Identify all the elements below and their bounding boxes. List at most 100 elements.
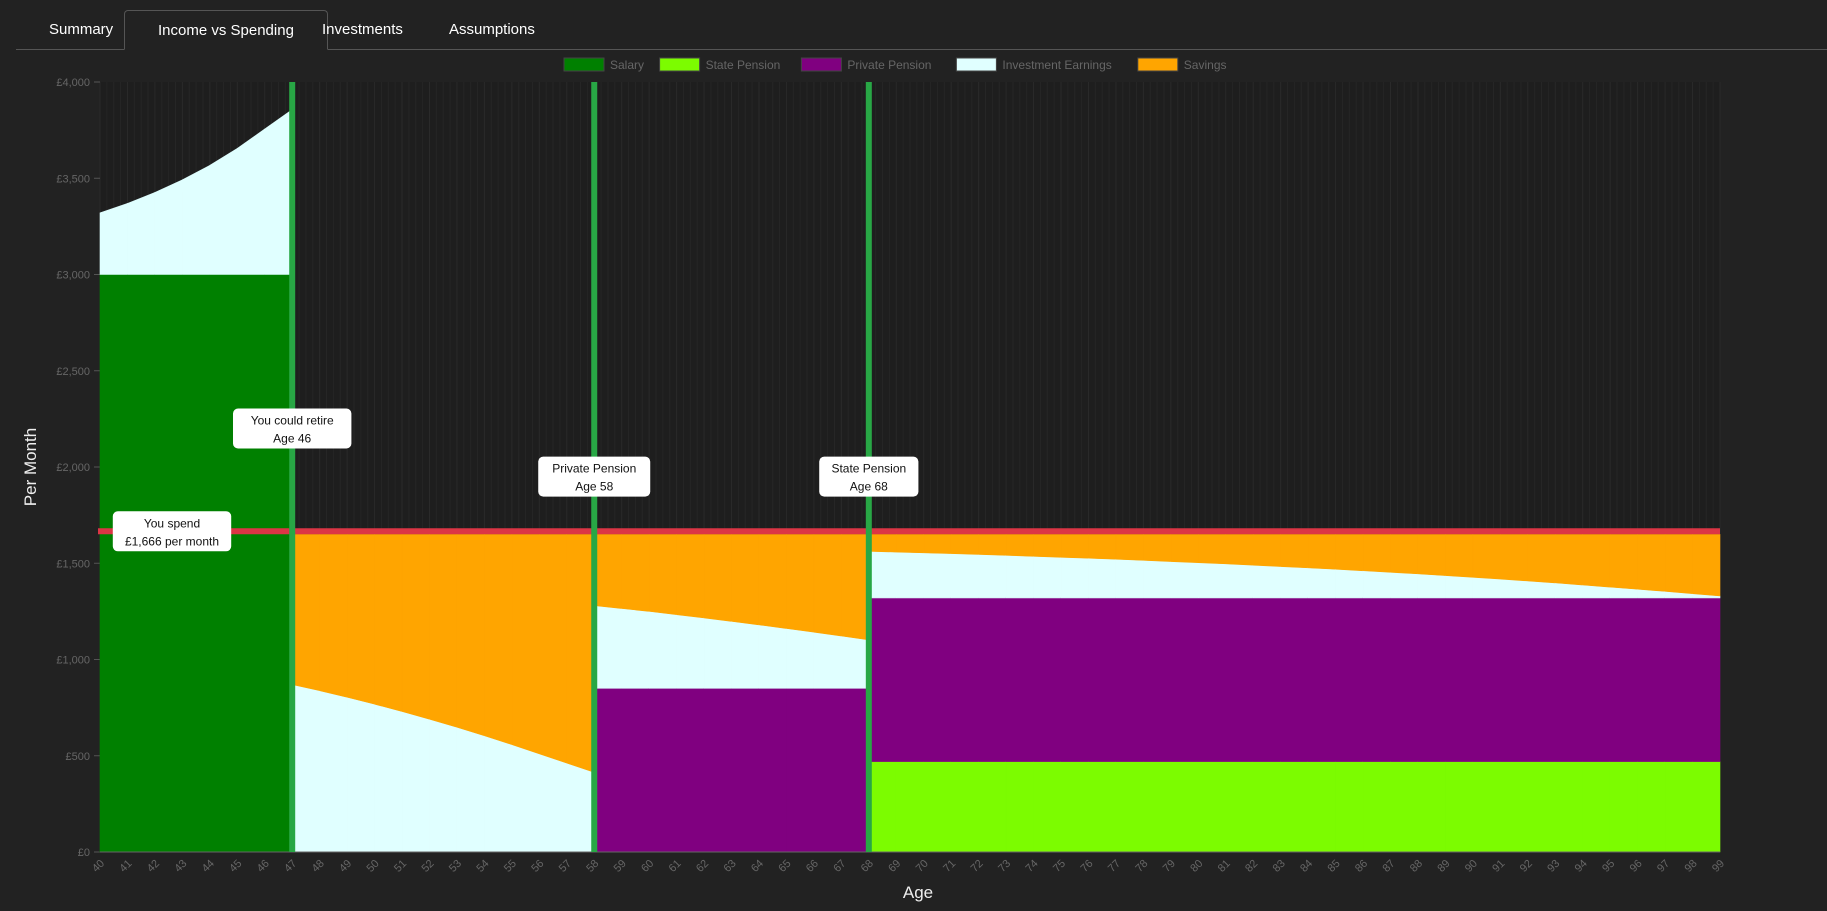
area-private-pension bbox=[1582, 597, 1611, 762]
area-salary bbox=[236, 274, 266, 853]
area-private-pension bbox=[1252, 597, 1281, 762]
x-tick-label: 47 bbox=[282, 858, 299, 875]
area-private-pension bbox=[676, 688, 705, 853]
x-tick-label: 92 bbox=[1518, 858, 1535, 875]
y-tick-label: £2,000 bbox=[56, 462, 90, 474]
area-investment-earnings bbox=[895, 551, 925, 599]
area-investment-earnings bbox=[1527, 580, 1556, 599]
area-savings bbox=[511, 534, 540, 755]
x-tick-label: 78 bbox=[1133, 858, 1150, 875]
area-state-pension bbox=[1225, 761, 1254, 853]
area-private-pension bbox=[1088, 597, 1117, 762]
area-state-pension bbox=[1445, 761, 1474, 853]
y-tick-label: £0 bbox=[78, 847, 90, 859]
area-investment-earnings bbox=[593, 605, 622, 689]
x-tick-label: 91 bbox=[1490, 858, 1507, 875]
area-salary bbox=[264, 274, 293, 853]
area-investment-earnings bbox=[1307, 567, 1336, 599]
y-tick-label: £4,000 bbox=[56, 77, 90, 89]
area-savings bbox=[841, 534, 870, 641]
legend-swatch bbox=[1137, 57, 1179, 72]
area-state-pension bbox=[1170, 761, 1199, 853]
x-tick-label: 50 bbox=[365, 858, 382, 875]
legend-label: Investment Earnings bbox=[1002, 58, 1111, 72]
x-tick-label: 79 bbox=[1161, 858, 1178, 875]
area-savings bbox=[1225, 534, 1254, 566]
area-private-pension bbox=[621, 688, 650, 853]
area-state-pension bbox=[978, 761, 1007, 853]
area-investment-earnings bbox=[1005, 555, 1034, 599]
area-private-pension bbox=[1637, 597, 1666, 762]
x-tick-label: 48 bbox=[310, 858, 327, 875]
area-state-pension bbox=[1060, 761, 1089, 853]
area-state-pension bbox=[1005, 761, 1034, 853]
area-savings bbox=[484, 534, 513, 745]
area-state-pension bbox=[1143, 761, 1172, 853]
y-tick-label: £1,000 bbox=[56, 655, 90, 667]
legend-item[interactable]: Private Pension bbox=[800, 57, 931, 72]
x-tick-label: 97 bbox=[1655, 858, 1672, 875]
area-savings bbox=[703, 534, 732, 622]
annotation-line-1: State Pension bbox=[831, 462, 906, 476]
x-tick-label: 75 bbox=[1051, 858, 1068, 875]
area-investment-earnings bbox=[1554, 582, 1584, 599]
area-savings bbox=[291, 534, 320, 692]
area-savings bbox=[1417, 534, 1446, 576]
x-tick-label: 52 bbox=[419, 858, 436, 875]
y-tick-label: £1,500 bbox=[56, 558, 90, 570]
area-savings bbox=[1637, 534, 1666, 592]
x-tick-label: 74 bbox=[1024, 858, 1041, 875]
x-tick-label: 88 bbox=[1408, 858, 1425, 875]
area-state-pension bbox=[1582, 761, 1611, 853]
area-private-pension bbox=[731, 688, 760, 853]
area-private-pension bbox=[841, 688, 870, 853]
legend-item[interactable]: Savings bbox=[1137, 57, 1227, 72]
legend-item[interactable]: Salary bbox=[563, 57, 644, 72]
x-axis-title: Age bbox=[903, 883, 933, 902]
legend-item[interactable]: State Pension bbox=[659, 57, 781, 72]
y-tick-label: £500 bbox=[66, 751, 90, 763]
legend-label: Salary bbox=[610, 58, 644, 72]
annotation-line-1: You spend bbox=[144, 516, 200, 530]
area-salary bbox=[154, 274, 183, 853]
income-vs-spending-chart: £0 £500 £1,000 £1,500 £2,000 £2,500 £3,000 £3,5… bbox=[21, 57, 1727, 902]
area-state-pension bbox=[1500, 761, 1529, 853]
x-tick-label: 86 bbox=[1353, 858, 1370, 875]
area-private-pension bbox=[1060, 597, 1089, 762]
area-savings bbox=[1500, 534, 1529, 582]
x-tick-label: 40 bbox=[90, 858, 107, 875]
area-investment-earnings bbox=[1362, 570, 1391, 599]
area-salary bbox=[99, 274, 128, 853]
area-investment-earnings bbox=[209, 147, 238, 275]
area-private-pension bbox=[1170, 597, 1199, 762]
area-private-pension bbox=[923, 597, 952, 762]
area-investment-earnings bbox=[813, 631, 842, 689]
area-savings bbox=[1033, 534, 1062, 558]
x-tick-label: 73 bbox=[996, 858, 1013, 875]
x-tick-label: 42 bbox=[145, 858, 162, 875]
area-investment-earnings bbox=[868, 551, 897, 599]
area-investment-earnings bbox=[1033, 556, 1062, 599]
x-tick-label: 85 bbox=[1326, 858, 1343, 875]
area-savings bbox=[1088, 534, 1117, 560]
area-private-pension bbox=[1664, 597, 1693, 762]
x-tick-label: 62 bbox=[694, 858, 711, 875]
x-tick-label: 41 bbox=[117, 858, 134, 875]
annotation-line-1: You could retire bbox=[251, 414, 334, 428]
area-state-pension bbox=[1033, 761, 1062, 853]
area-investment-earnings bbox=[1500, 578, 1529, 599]
area-savings bbox=[868, 534, 897, 553]
area-investment-earnings bbox=[374, 703, 403, 853]
area-savings bbox=[539, 534, 568, 764]
x-tick-label: 77 bbox=[1106, 858, 1123, 875]
legend-item[interactable]: Investment Earnings bbox=[955, 57, 1112, 72]
area-state-pension bbox=[1527, 761, 1556, 853]
area-savings bbox=[758, 534, 787, 629]
area-investment-earnings bbox=[1143, 560, 1172, 599]
area-investment-earnings bbox=[429, 718, 458, 853]
area-investment-earnings bbox=[1060, 556, 1089, 599]
x-tick-label: 83 bbox=[1271, 858, 1288, 875]
area-state-pension bbox=[923, 761, 952, 853]
area-investment-earnings bbox=[923, 552, 952, 599]
annotation-line-2: Age 58 bbox=[575, 480, 613, 494]
